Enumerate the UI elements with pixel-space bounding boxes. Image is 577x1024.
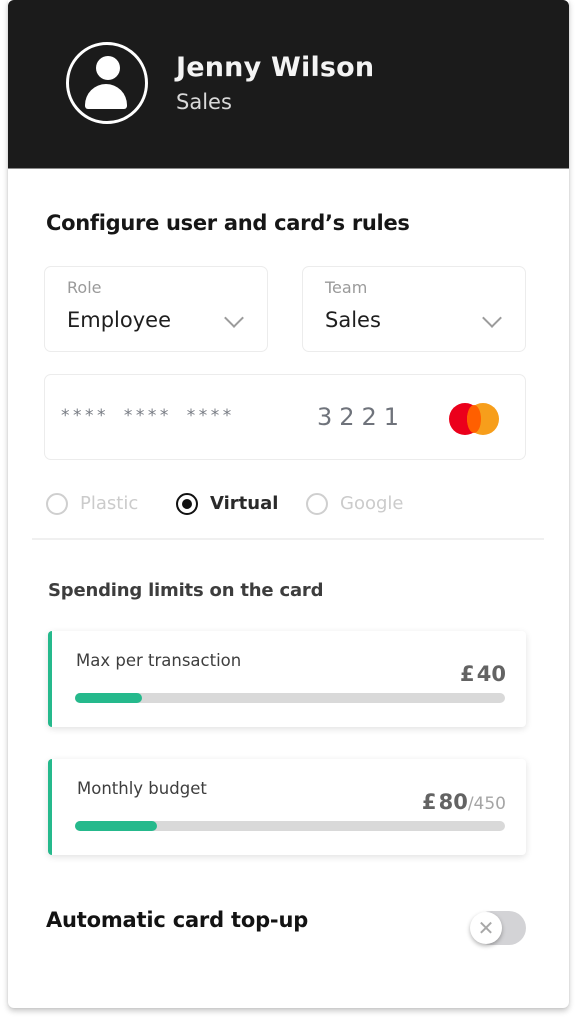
limit-max-per-transaction[interactable]: Max per transaction £ 40	[48, 631, 526, 727]
card-number-field: **** **** **** 3221	[44, 374, 526, 460]
role-select[interactable]: Role Employee	[44, 266, 268, 352]
radio-label: Plastic	[80, 493, 139, 514]
limit-amount: £ 40	[460, 662, 506, 686]
radio-unchecked-icon[interactable]	[306, 493, 328, 515]
limits-title: Spending limits on the card	[48, 580, 324, 601]
team-select[interactable]: Team Sales	[302, 266, 526, 352]
section-title: Configure user and card’s rules	[46, 211, 410, 235]
radio-label: Virtual	[210, 493, 279, 514]
radio-label: Google	[340, 493, 404, 514]
limit-progress-fill	[75, 693, 142, 703]
card-number-last4: 3221	[317, 403, 407, 431]
avatar-head	[96, 56, 120, 80]
limit-amount: £ 80/450	[422, 790, 506, 814]
radio-unchecked-icon[interactable]	[46, 493, 68, 515]
currency-symbol: £	[421, 790, 437, 814]
currency-symbol: £	[460, 662, 475, 686]
amount-total: /450	[467, 794, 506, 814]
team-label: Team	[325, 278, 368, 297]
card-rules-panel: Jenny Wilson Sales Configure user and ca…	[8, 0, 569, 1008]
role-label: Role	[67, 278, 102, 297]
chevron-down-icon[interactable]	[482, 308, 502, 328]
user-avatar-icon	[66, 42, 148, 124]
limit-label: Monthly budget	[77, 779, 207, 798]
limit-monthly-budget[interactable]: Monthly budget £ 80/450	[48, 759, 526, 855]
team-value: Sales	[325, 308, 381, 332]
limit-progress-track[interactable]	[75, 693, 505, 703]
mastercard-overlap	[467, 405, 481, 433]
mastercard-icon	[449, 403, 501, 435]
avatar-body	[85, 84, 127, 109]
card-number-masked: **** **** ****	[61, 406, 235, 426]
limit-label: Max per transaction	[76, 651, 242, 670]
auto-topup-toggle[interactable]: ✕	[470, 911, 526, 945]
divider	[32, 538, 544, 540]
close-icon[interactable]: ✕	[470, 912, 502, 944]
amount-value: 80	[438, 790, 468, 814]
role-value: Employee	[67, 308, 172, 332]
user-name: Jenny Wilson	[176, 52, 375, 83]
limit-progress-track[interactable]	[75, 821, 505, 831]
limit-progress-fill	[75, 821, 157, 831]
radio-checked-icon[interactable]	[176, 493, 198, 515]
chevron-down-icon[interactable]	[224, 308, 244, 328]
user-header: Jenny Wilson Sales	[8, 0, 569, 169]
auto-topup-label: Automatic card top-up	[46, 908, 309, 932]
amount-value: 40	[476, 662, 506, 686]
user-team: Sales	[176, 90, 232, 114]
